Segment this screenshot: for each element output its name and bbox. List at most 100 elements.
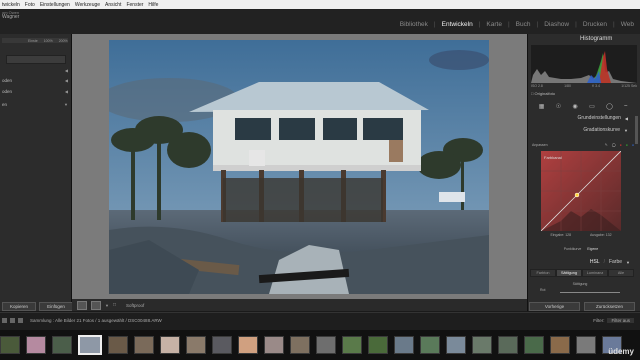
tone-curve-graph[interactable]: Farbkanal [541, 151, 621, 231]
navigator-preview[interactable] [6, 55, 66, 64]
filmstrip-thumbnail[interactable] [52, 336, 72, 354]
section-hsl[interactable]: HSL / Farbe ▼ [528, 258, 634, 266]
tab-all[interactable]: Alle [608, 269, 634, 277]
checkbox-icon[interactable]: □ [531, 91, 533, 96]
menu-tools[interactable]: Werkzeuge [75, 2, 100, 8]
filmstrip-thumbnail[interactable] [0, 336, 20, 354]
module-library[interactable]: Bibliothek [400, 21, 428, 28]
triangle-down-icon[interactable]: ▼ [105, 303, 109, 308]
menu-help[interactable]: Hilfe [148, 2, 158, 8]
filmstrip-source: Sammlung : Alle Bilder 21 Fotos / 1 ausg… [2, 318, 162, 323]
histogram-graph [531, 51, 637, 83]
before-after-icon[interactable] [91, 300, 101, 310]
filmstrip-thumbnail[interactable] [212, 336, 232, 354]
module-book[interactable]: Buch [516, 21, 531, 28]
brush-icon[interactable]: ⎯ [624, 103, 627, 110]
tab-saturation[interactable]: Sättigung [556, 269, 582, 277]
copy-button[interactable]: Kopieren [2, 302, 36, 311]
filmstrip-thumbnail[interactable] [238, 336, 258, 354]
module-separator: | [575, 21, 577, 28]
hsl-red-slider[interactable] [560, 292, 620, 293]
menu-photo[interactable]: Foto [25, 2, 35, 8]
menu-settings[interactable]: Einstellungen [40, 2, 70, 8]
tab-hue[interactable]: Farbton [530, 269, 556, 277]
zoom-200[interactable]: 200% [59, 39, 68, 43]
exif-focal: 1/80 [564, 84, 571, 88]
checkbox-icon[interactable]: □ [113, 302, 116, 308]
triangle-down-icon: ▼ [64, 102, 68, 107]
filmstrip [0, 330, 640, 360]
section-basic[interactable]: Grundeinstellungen ◀ [528, 114, 634, 122]
spot-removal-icon[interactable]: ☉ [556, 103, 561, 110]
red-eye-icon[interactable]: ◉ [573, 103, 578, 110]
original-photo-toggle[interactable]: □ Originalfoto [531, 91, 555, 96]
curve-blue-icon[interactable]: ● [632, 143, 634, 147]
curve-output-value: Ausgabe: 132 [589, 233, 612, 237]
curve-rgb-icon[interactable]: ◯ [612, 143, 616, 147]
arrow-left-icon[interactable] [10, 318, 15, 323]
filmstrip-thumbnail[interactable] [108, 336, 128, 354]
filmstrip-thumbnail[interactable] [420, 336, 440, 354]
triangle-left-icon: ◀ [624, 115, 628, 121]
arrow-right-icon[interactable] [18, 318, 23, 323]
filmstrip-thumbnail[interactable] [524, 336, 544, 354]
radial-filter-icon[interactable]: ◯ [606, 103, 613, 110]
left-section-history[interactable]: en ▼ [0, 101, 72, 108]
filmstrip-thumbnail[interactable] [290, 336, 310, 354]
hsl-color-label[interactable]: Farbe [609, 259, 622, 265]
module-map[interactable]: Karte [486, 21, 502, 28]
curve-mode-custom[interactable]: Eigene [587, 247, 598, 251]
module-print[interactable]: Drucken [583, 21, 607, 28]
paste-button[interactable]: Einfügen [39, 302, 73, 311]
hsl-slider-group: Sättigung Rot [540, 282, 620, 292]
curve-mode-point[interactable]: Punktkurve [564, 247, 582, 251]
zoom-fit[interactable]: Einste [28, 39, 38, 43]
loupe-view-icon[interactable] [77, 300, 87, 310]
curve-green-icon[interactable]: ● [626, 143, 628, 147]
curve-red-icon[interactable]: ● [620, 143, 622, 147]
filmstrip-path[interactable]: Sammlung : Alle Bilder 21 Fotos / 1 ausg… [30, 318, 162, 323]
hsl-label[interactable]: HSL [590, 259, 600, 265]
reset-button[interactable]: Zurücksetzen [584, 302, 635, 311]
filmstrip-thumbnail[interactable] [316, 336, 336, 354]
filmstrip-thumbnail[interactable] [78, 335, 102, 355]
filmstrip-thumbnail[interactable] [446, 336, 466, 354]
softproof-label[interactable]: Softproof [126, 303, 144, 308]
curve-channel-label: Farbkanal [544, 155, 562, 160]
section-tone-curve[interactable]: Gradationskurve ▼ [528, 126, 634, 134]
filmstrip-thumbnail[interactable] [186, 336, 206, 354]
left-section-snapshots[interactable]: oden ◀ [0, 88, 72, 95]
left-section-1[interactable]: ◀ [0, 67, 72, 74]
hsl-sep: / [603, 259, 605, 265]
filmstrip-thumbnail[interactable] [498, 336, 518, 354]
menu-view[interactable]: Ansicht [105, 2, 121, 8]
module-develop[interactable]: Entwickeln [442, 21, 473, 28]
pencil-icon[interactable]: ✎ [605, 143, 608, 147]
filmstrip-thumbnail[interactable] [264, 336, 284, 354]
right-panel-scrollbar[interactable] [635, 116, 638, 144]
zoom-100[interactable]: 100% [44, 39, 53, 43]
graduated-filter-icon[interactable]: ▭ [589, 103, 595, 110]
tab-luminance[interactable]: Luminanz [582, 269, 608, 277]
left-section-presets[interactable]: oden ◀ [0, 77, 72, 84]
filmstrip-thumbnail[interactable] [342, 336, 362, 354]
filmstrip-thumbnail[interactable] [576, 336, 596, 354]
module-slideshow[interactable]: Diashow [544, 21, 569, 28]
crop-tool-icon[interactable]: ▦ [539, 103, 545, 110]
previous-button[interactable]: Vorherige [529, 302, 580, 311]
filmstrip-thumbnail[interactable] [368, 336, 388, 354]
filmstrip-thumbnail[interactable] [160, 336, 180, 354]
grid-icon[interactable] [2, 318, 7, 323]
filmstrip-thumbnail[interactable] [472, 336, 492, 354]
photo-preview[interactable] [109, 40, 489, 294]
module-web[interactable]: Web [621, 21, 634, 28]
filmstrip-thumbnail[interactable] [394, 336, 414, 354]
filmstrip-thumbnail[interactable] [134, 336, 154, 354]
menu-develop[interactable]: twickeln [2, 2, 20, 8]
curve-values: Eingabe: 128 Ausgabe: 132 [541, 233, 621, 237]
filmstrip-thumbnail[interactable] [550, 336, 570, 354]
filter-dropdown[interactable]: Filter aus [607, 318, 634, 323]
left-bottom-buttons: Kopieren Einfügen [2, 302, 73, 311]
menu-window[interactable]: Fenster [126, 2, 143, 8]
filmstrip-thumbnail[interactable] [26, 336, 46, 354]
